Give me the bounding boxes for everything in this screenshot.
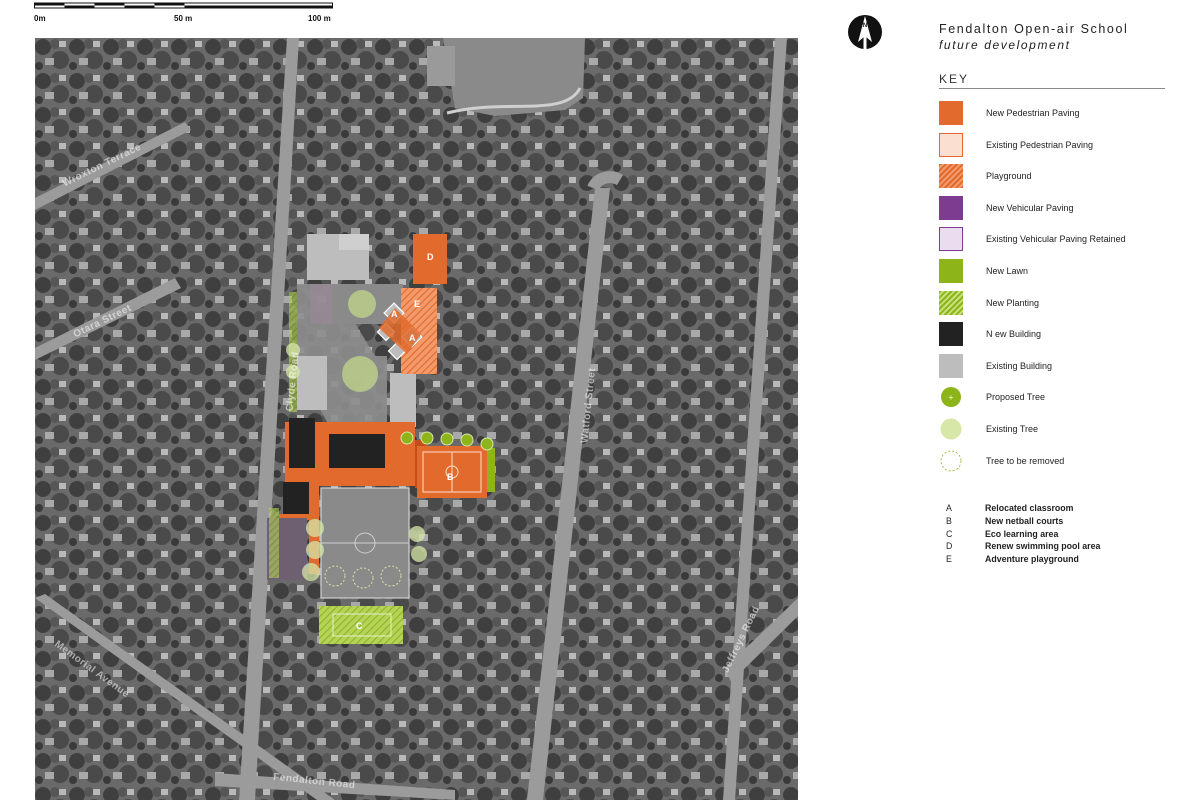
legend-item-existing-tree: Existing Tree [939,417,1179,449]
note-letter: B [946,515,952,526]
note-text: New netball courts [985,515,1064,526]
note-text: Adventure playground [985,554,1079,565]
legend-item-new-pedestrian-paving: New Pedestrian Paving [939,101,1179,133]
zone-label-b: B [447,472,454,482]
zone-label-a2: A [409,333,416,343]
svg-text:N: N [863,23,867,29]
legend-item-existing-vehicular-paving: Existing Vehicular Paving Retained [939,227,1179,259]
aerial-map[interactable]: Clyde Road Fendalton Road Memorial Avenu… [35,38,798,800]
legend-item-new-lawn: New Lawn [939,258,1179,291]
legend-label: Playground [986,171,1032,182]
map-canvas [35,38,798,800]
legend-item-playground: Playground [939,164,1179,196]
note-letter: A [946,503,952,513]
scale-label-50: 50 m [174,14,193,23]
note-text: Relocated classroom [985,503,1074,513]
legend-label: New Pedestrian Paving [986,108,1080,118]
plan-title: Fendalton Open-air School [939,22,1129,36]
legend-label: Existing Vehicular Paving Retained [986,234,1126,245]
legend-label: New Vehicular Paving [986,202,1074,213]
legend-item-tree-removed: Tree to be removed [939,449,1179,481]
legend-item-new-vehicular-paving: New Vehicular Paving [939,195,1179,228]
legend-label: New Planting [986,297,1040,308]
note-letter: E [946,554,952,565]
swatch-new-vehicular-paving [939,195,963,220]
legend-item-existing-building: Existing Building [939,353,1179,386]
note-text: Eco learning area [985,528,1059,539]
key-heading: KEY [939,72,970,86]
plan-subtitle: future development [939,38,1071,52]
legend-label: Existing Pedestrian Paving [986,139,1094,150]
scale-bar-graphic [34,2,333,9]
zone-label-a1: A [391,309,398,319]
zone-label-c: C [356,621,363,631]
legend-label: New Lawn [986,265,1029,276]
swatch-new-lawn [939,258,963,283]
swatch-existing-building [939,353,963,378]
swatch-new-planting [939,290,963,315]
scale-label-0: 0m [34,14,46,23]
north-arrow-icon: N [847,12,883,50]
key-divider [939,88,1165,89]
legend-label: Tree to be removed [986,455,1065,466]
note-letter: D [946,541,953,552]
legend-label: Existing Tree [986,423,1039,434]
scale-bar: 0m 50 m 100 m [34,0,334,26]
zone-label-e: E [414,299,421,309]
swatch-playground [939,164,963,189]
legend-item-proposed-tree: + Proposed Tree [939,385,1179,417]
legend-label: Existing Building [986,360,1053,371]
svg-text:+: + [949,393,954,402]
swatch-existing-pedestrian-paving [939,132,963,157]
note-letter: C [946,528,953,539]
note-text: Renew swimming pool area [985,541,1101,552]
swatch-existing-vehicular-paving [939,227,963,252]
legend-label: N ew Building [986,329,1042,340]
legend-item-new-building: N ew Building [939,322,1179,354]
legend-label: Proposed Tree [986,392,1046,403]
existing-tree-icon [939,417,963,441]
legend-item-new-planting: New Planting [939,290,1179,323]
zone-label-d: D [427,252,434,262]
scale-label-100: 100 m [308,14,331,23]
proposed-tree-icon: + [939,385,963,409]
swatch-new-pedestrian-paving [939,101,963,125]
tree-removed-icon [939,449,963,473]
legend-item-existing-pedestrian-paving: Existing Pedestrian Paving [939,132,1179,165]
swatch-new-building [939,322,963,347]
legend: New Pedestrian Paving Existing Pedestria… [939,101,1179,480]
